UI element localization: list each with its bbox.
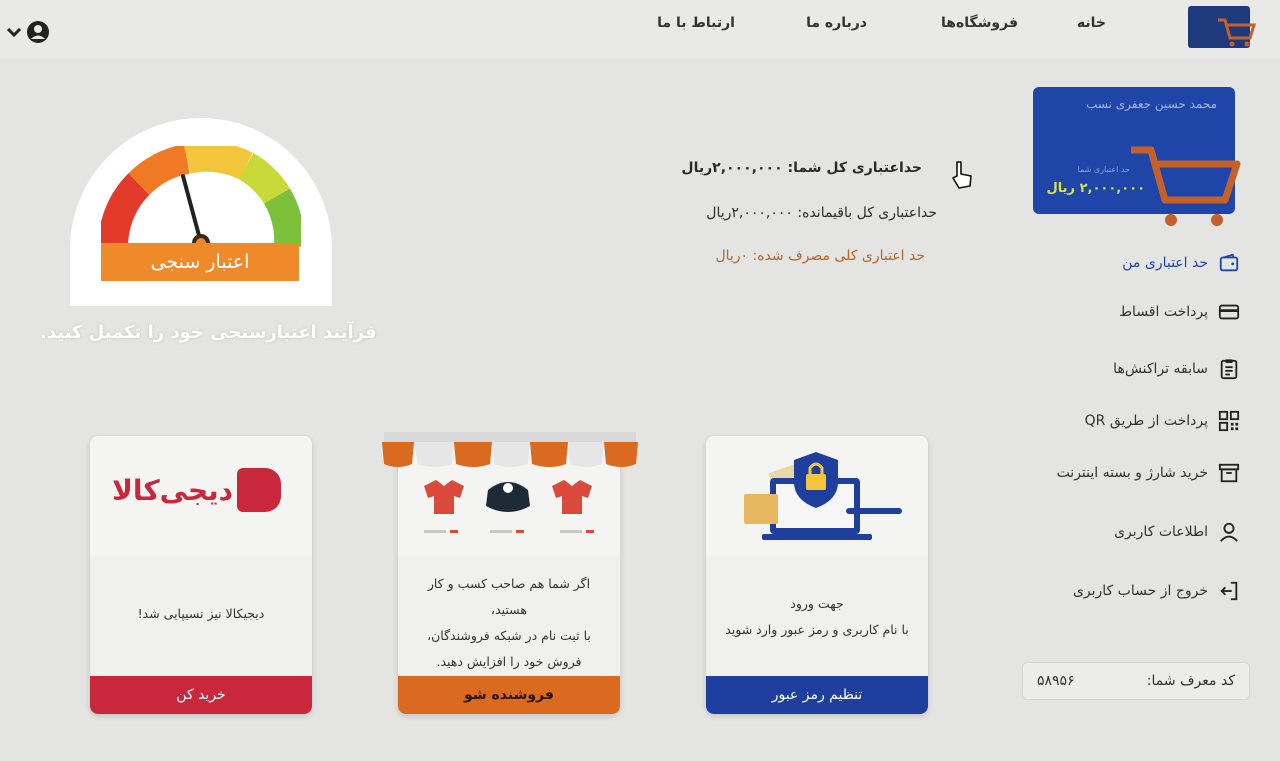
digikala-logo-text: دیجی‌کالا <box>112 473 234 507</box>
security-illustration <box>706 436 928 556</box>
top-navbar: خانه فروشگاه‌ها درباره ما ارتباط با ما <box>0 0 1280 58</box>
archive-box-icon <box>1218 463 1240 483</box>
sidebar-item-label: خرید شارژ و بسته اینترنت <box>1056 465 1208 481</box>
sidebar-item-label: سابقه تراکنش‌ها <box>1113 361 1208 377</box>
login-card: جهت ورود با نام کاربری و رمز عبور وارد ش… <box>706 436 928 714</box>
shirts-icon <box>424 480 594 533</box>
shop-awning-icon <box>382 432 638 467</box>
sidebar-item-logout[interactable]: خروج از حساب کاربری <box>1073 576 1240 606</box>
awning-decoration <box>380 432 640 476</box>
logo[interactable] <box>1188 6 1256 48</box>
user-menu[interactable] <box>6 20 50 44</box>
cart-icon <box>1131 146 1241 226</box>
credit-score-label: اعتبار سنجی <box>101 243 299 281</box>
login-text-line: با نام کاربری و رمز عبور وارد شوید <box>725 622 909 637</box>
qr-code-icon <box>1218 410 1240 432</box>
cart-logo-icon <box>1218 18 1256 47</box>
seller-text: اگر شما هم صاحب کسب و کار هستید، با ثبت … <box>408 571 610 675</box>
credit-remaining: حداعتباری کل باقیمانده: ۲,۰۰۰,۰۰۰ریال <box>706 205 937 221</box>
user-circle-icon <box>27 21 49 43</box>
wallet-icon <box>1219 253 1239 272</box>
sidebar-item-user-info[interactable]: اطلاعات کاربری <box>1114 517 1240 547</box>
card-limit-label: حد اعتباری شما <box>1077 165 1130 174</box>
sidebar-item-label: حد اعتباری من <box>1122 255 1208 271</box>
seller-text-line: با ثبت نام در شبکه فروشندگان، <box>427 628 591 643</box>
cursor-icon <box>952 161 972 189</box>
credit-score-caption: فرآیند اعتبارسنجی خود را تکمیل کنید. <box>40 322 377 343</box>
card-holder-name: محمد حسین جعفری نسب <box>1086 97 1217 111</box>
laptop-lock-icon <box>744 452 902 540</box>
credit-card-widget: محمد حسین جعفری نسب حد اعتباری شما ۲,۰۰۰… <box>1033 87 1241 226</box>
login-text-line: جهت ورود <box>790 596 844 611</box>
clipboard-icon <box>1220 359 1238 380</box>
credit-card-icon <box>1218 304 1240 320</box>
referral-code: ۵۸۹۵۶ <box>1037 673 1075 689</box>
referral-label: کد معرف شما: <box>1146 673 1235 689</box>
nav-contact[interactable]: ارتباط با ما <box>657 15 735 31</box>
referral-code-box: کد معرف شما: ۵۸۹۵۶ <box>1022 662 1250 700</box>
credit-score-card[interactable]: اعتبار سنجی <box>70 118 332 306</box>
set-password-button[interactable]: تنظیم رمز عبور <box>706 676 928 714</box>
seller-text-line: اگر شما هم صاحب کسب و کار هستید، <box>427 576 591 617</box>
credit-used: حد اعتباری کلی مصرف شده: ۰ریال <box>715 248 925 264</box>
nav-home[interactable]: خانه <box>1077 15 1106 31</box>
sidebar-item-label: اطلاعات کاربری <box>1114 524 1208 540</box>
sidebar-item-my-credit[interactable]: حد اعتباری من <box>1122 248 1240 278</box>
chevron-down-icon <box>6 27 22 38</box>
digikala-card: دیجی‌کالا دیجیکالا نیز نسیپایی شد! خرید … <box>90 436 312 714</box>
speedometer-icon <box>101 146 301 252</box>
digikala-text: دیجیکالا نیز نسیپایی شد! <box>137 606 265 621</box>
sidebar-item-installments[interactable]: پرداخت اقساط <box>1119 297 1240 327</box>
sidebar-item-label: پرداخت از طریق QR <box>1084 413 1208 429</box>
user-icon <box>1220 522 1238 542</box>
logout-icon <box>1220 581 1238 601</box>
become-seller-button[interactable]: فروشنده شو <box>398 676 620 714</box>
nav-stores[interactable]: فروشگاه‌ها <box>941 15 1018 31</box>
sidebar-item-qr-payment[interactable]: پرداخت از طریق QR <box>1085 406 1240 436</box>
credit-total: حداعتباری کل شما: ۲,۰۰۰,۰۰۰ریال <box>681 160 922 176</box>
login-text: جهت ورود با نام کاربری و رمز عبور وارد ش… <box>716 591 918 643</box>
seller-text-line: فروش خود را افزایش دهید. <box>436 654 582 669</box>
sidebar-item-label: خروج از حساب کاربری <box>1072 583 1208 599</box>
nav-about[interactable]: درباره ما <box>806 15 867 31</box>
seller-card: اگر شما هم صاحب کسب و کار هستید، با ثبت … <box>398 436 620 714</box>
sidebar-item-topup[interactable]: خرید شارژ و بسته اینترنت <box>1057 458 1240 488</box>
sidebar-item-label: پرداخت اقساط <box>1119 304 1208 320</box>
sidebar-item-transactions[interactable]: سابقه تراکنش‌ها <box>1113 354 1240 384</box>
digikala-logo: دیجی‌کالا <box>90 436 312 556</box>
buy-button[interactable]: خرید کن <box>90 676 312 714</box>
digikala-logo-mark <box>237 468 282 512</box>
